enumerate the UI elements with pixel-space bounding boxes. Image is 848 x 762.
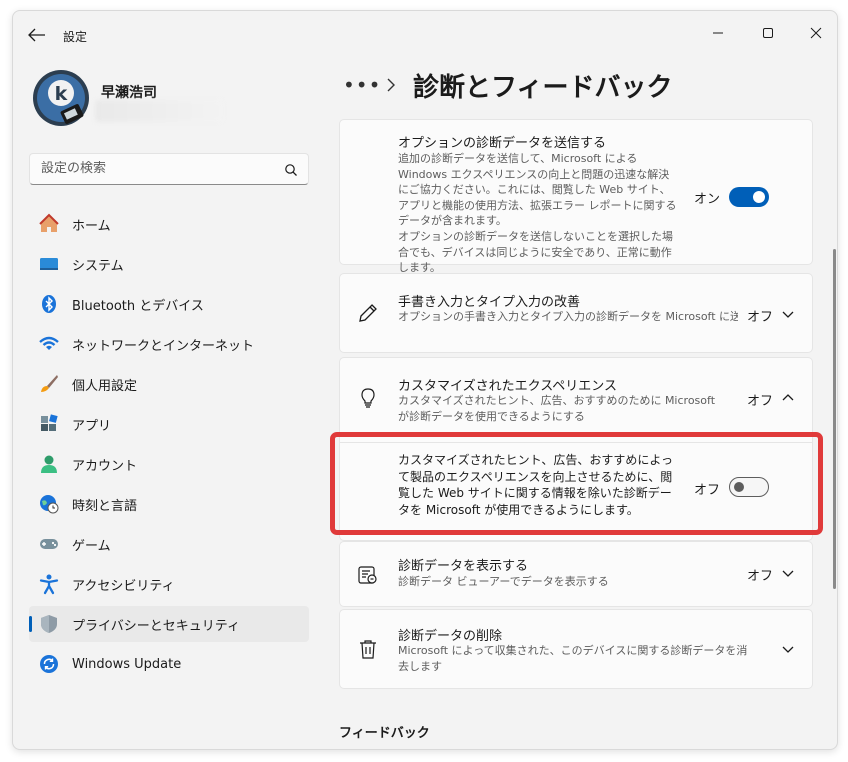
sidebar-item-label: アプリ (72, 418, 112, 434)
chevron-down-icon[interactable] (781, 307, 795, 321)
search-box[interactable] (29, 153, 309, 185)
sidebar-item-label: Windows Update (72, 656, 182, 672)
gamepad-icon (38, 533, 60, 555)
chevron-down-icon[interactable] (781, 566, 795, 580)
minimize-button[interactable] (703, 19, 733, 47)
sidebar-item-personalization[interactable]: 個人用設定 (29, 366, 309, 402)
home-icon (38, 213, 60, 235)
view-diagnostic-data-card[interactable]: 診断データを表示する 診断データ ビューアーでデータを表示する オフ (339, 541, 813, 607)
sidebar-item-label: 時刻と言語 (72, 498, 138, 514)
sidebar-item-label: ホーム (72, 218, 111, 234)
sidebar-item-label: アクセシビリティ (72, 578, 175, 594)
sidebar-item-apps[interactable]: アプリ (29, 406, 309, 442)
search-input[interactable] (41, 161, 271, 176)
tailored-experiences-header[interactable]: カスタマイズされたエクスペリエンス カスタマイズされたヒント、広告、おすすめのた… (340, 358, 812, 442)
card-description: カスタマイズされたヒント、広告、おすすめのために Microsoft が診断デー… (398, 394, 716, 423)
optional-diagnostic-toggle[interactable] (729, 187, 769, 207)
search-icon[interactable] (284, 162, 298, 176)
wifi-icon (38, 333, 60, 355)
card-description: オプションの手書き入力とタイプ入力の診断データを Microsoft に送信 (398, 310, 738, 323)
chevron-down-icon[interactable] (781, 642, 795, 656)
data-viewer-icon (357, 564, 379, 586)
sidebar-item-gaming[interactable]: ゲーム (29, 526, 309, 562)
sidebar-item-windows-update[interactable]: Windows Update (29, 646, 309, 682)
card-title: カスタマイズされたエクスペリエンス (398, 379, 618, 394)
sidebar-item-system[interactable]: システム (29, 246, 309, 282)
sidebar-nav: ホーム システム Bluetooth とデバイス ネットワークとインターネット … (29, 206, 309, 686)
sidebar-item-accounts[interactable]: アカウント (29, 446, 309, 482)
card-description-note: オプションの診断データを送信しないことを選択した場合でも、デバイスは同じように安… (398, 230, 673, 274)
card-description: 追加の診断データを送信して、Microsoft による Windows エクスペ… (398, 152, 677, 227)
highlight-box (330, 432, 823, 535)
avatar[interactable]: k (32, 69, 90, 127)
card-title: 診断データを表示する (398, 559, 529, 574)
title-bar: 設定 (13, 11, 837, 59)
brush-icon (38, 373, 60, 395)
chevron-right-icon (385, 75, 397, 95)
sidebar-item-label: ゲーム (72, 538, 111, 554)
state-label: オフ (747, 569, 774, 584)
lightbulb-icon (357, 387, 379, 409)
page-title: 診断とフィードバック (413, 73, 673, 103)
pen-icon (357, 302, 379, 324)
state-label: オフ (747, 394, 774, 409)
card-description: Microsoft によって収集された、このデバイスに関する診断データを消去しま… (398, 644, 748, 673)
user-name: 早瀬浩司 (101, 85, 157, 101)
toggle-state-label: オン (694, 192, 721, 207)
maximize-button[interactable] (753, 19, 783, 47)
close-button[interactable] (801, 19, 831, 47)
sidebar-item-privacy-security[interactable]: プライバシーとセキュリティ (29, 606, 309, 642)
svg-text:k: k (55, 83, 68, 105)
settings-window: 設定 k 早瀬浩司 設定の検索 ホーム システム Bluetooth とデバイス… (12, 10, 838, 750)
accessibility-icon (38, 573, 60, 595)
card-title: 手書き入力とタイプ入力の改善 (398, 295, 581, 310)
handwriting-typing-card[interactable]: 手書き入力とタイプ入力の改善 オプションの手書き入力とタイプ入力の診断データを … (339, 273, 813, 353)
breadcrumb-more-button[interactable]: ••• (343, 73, 381, 97)
globe-clock-icon (38, 493, 60, 515)
sidebar-item-label: システム (72, 258, 124, 274)
update-icon (38, 653, 60, 675)
account-icon (38, 453, 60, 475)
chevron-up-icon[interactable] (781, 391, 795, 405)
trash-icon (357, 638, 379, 660)
sidebar-item-time-language[interactable]: 時刻と言語 (29, 486, 309, 522)
sidebar-item-home[interactable]: ホーム (29, 206, 309, 242)
sidebar-item-label: Bluetooth とデバイス (72, 298, 204, 314)
app-title: 設定 (63, 30, 88, 44)
user-email-redacted (95, 100, 223, 122)
scrollbar[interactable] (833, 249, 836, 589)
card-title: オプションの診断データを送信する (398, 136, 607, 151)
sidebar-item-network[interactable]: ネットワークとインターネット (29, 326, 309, 362)
optional-diagnostic-card: オプションの診断データを送信する 追加の診断データを送信して、Microsoft… (339, 119, 813, 274)
card-title: 診断データの削除 (398, 629, 503, 644)
delete-diagnostic-data-card[interactable]: 診断データの削除 Microsoft によって収集された、このデバイスに関する診… (339, 609, 813, 689)
sidebar-item-accessibility[interactable]: アクセシビリティ (29, 566, 309, 602)
sidebar-item-label: プライバシーとセキュリティ (72, 618, 240, 634)
system-icon (38, 253, 60, 275)
sidebar-item-label: ネットワークとインターネット (72, 338, 255, 354)
card-description: 診断データ ビューアーでデータを表示する (398, 575, 609, 588)
shield-icon (38, 613, 60, 635)
back-button[interactable] (25, 25, 49, 45)
sidebar-item-label: アカウント (72, 458, 138, 474)
state-label: オフ (747, 310, 774, 325)
bluetooth-icon (38, 293, 60, 315)
sidebar-item-label: 個人用設定 (72, 378, 138, 394)
apps-icon (38, 413, 60, 435)
sidebar-item-bluetooth[interactable]: Bluetooth とデバイス (29, 286, 309, 322)
feedback-section-title: フィードバック (339, 726, 430, 741)
